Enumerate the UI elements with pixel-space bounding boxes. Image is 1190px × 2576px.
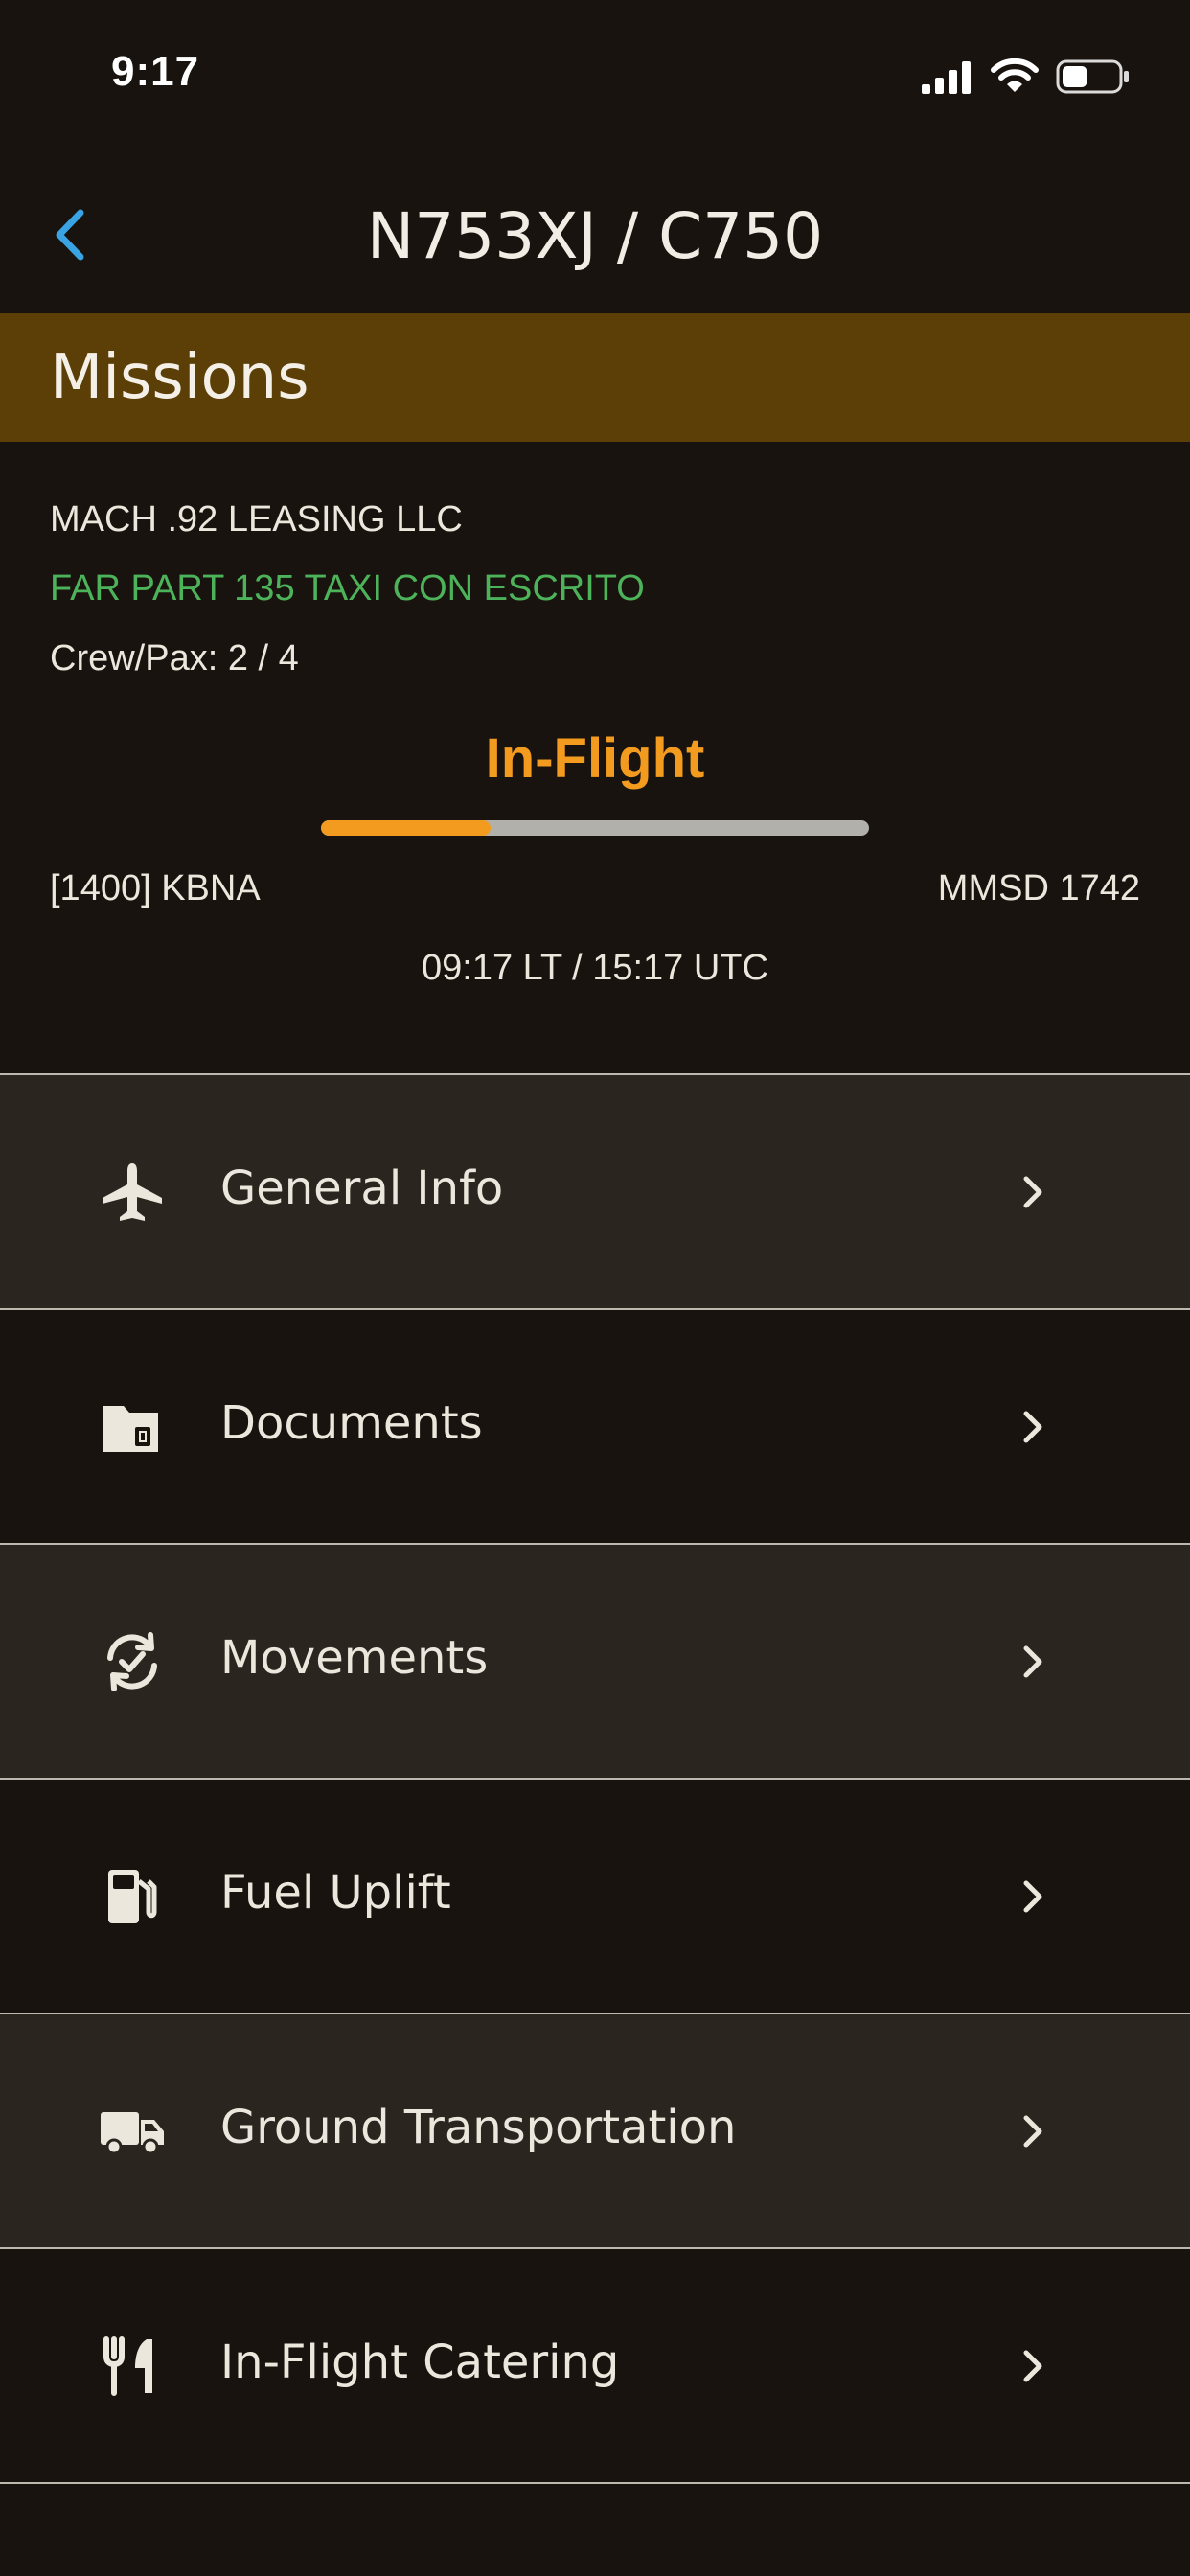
chevron-right-icon (1023, 1645, 1042, 1678)
chevron-right-icon (1023, 1176, 1042, 1208)
truck-icon (101, 2112, 164, 2155)
status-time: 9:17 (111, 48, 200, 95)
battery-icon (1056, 59, 1129, 94)
sync-check-icon (107, 1632, 157, 1691)
fuel-pump-icon (108, 1870, 157, 1923)
menu-item-label: General Info (220, 1162, 504, 1215)
wifi-icon (991, 58, 1039, 92)
battery-fill (1063, 66, 1087, 87)
airplane-icon (103, 1163, 162, 1221)
destination-airport: MMSD 1742 (937, 868, 1140, 908)
flight-progress-fill (321, 820, 492, 836)
flight-times: 09:17 LT / 15:17 UTC (422, 948, 768, 988)
menu-item-movements[interactable]: Movements (0, 1543, 1190, 1778)
chevron-right-icon (1023, 2115, 1042, 2148)
page-title: N753XJ / C750 (366, 199, 824, 273)
navigation-bar: N753XJ / C750 (0, 163, 1190, 307)
menu-item-label: Fuel Uplift (220, 1866, 451, 1920)
regulation-label: FAR PART 135 TAXI CON ESCRITO (50, 568, 645, 609)
menu-bottom-divider (0, 2482, 1190, 2494)
section-header: Missions (0, 313, 1190, 442)
status-bar: 9:17 (0, 0, 1190, 153)
mission-summary: MACH .92 LEASING LLC FAR PART 135 TAXI C… (0, 442, 1190, 1074)
chevron-right-icon (1023, 1880, 1042, 1913)
menu-item-label: Ground Transportation (220, 2101, 737, 2154)
menu-item-label: In-Flight Catering (220, 2335, 620, 2389)
flight-status: In-Flight (485, 727, 705, 790)
origin-airport: [1400] KBNA (50, 868, 261, 908)
mission-menu: General Info Documents Movements Fuel Up… (0, 1073, 1190, 2494)
menu-item-label: Movements (220, 1631, 489, 1685)
menu-item-general-info[interactable]: General Info (0, 1073, 1190, 1308)
status-icons (922, 56, 1133, 98)
crew-pax-count: Crew/Pax: 2 / 4 (50, 638, 299, 678)
menu-item-label: Documents (220, 1396, 483, 1450)
fork-knife-icon (103, 2336, 152, 2396)
menu-item-fuel-uplift[interactable]: Fuel Uplift (0, 1778, 1190, 2012)
chevron-right-icon (1023, 2350, 1042, 2382)
menu-item-documents[interactable]: Documents (0, 1308, 1190, 1543)
flight-progress-bar (321, 820, 869, 836)
chevron-right-icon (1023, 1411, 1042, 1443)
folder-document-icon (103, 1406, 158, 1452)
menu-item-ground-transportation[interactable]: Ground Transportation (0, 2012, 1190, 2247)
section-title: Missions (50, 342, 309, 413)
cellular-signal-icon (922, 61, 971, 94)
operator-name: MACH .92 LEASING LLC (50, 499, 463, 540)
menu-item-in-flight-catering[interactable]: In-Flight Catering (0, 2247, 1190, 2482)
